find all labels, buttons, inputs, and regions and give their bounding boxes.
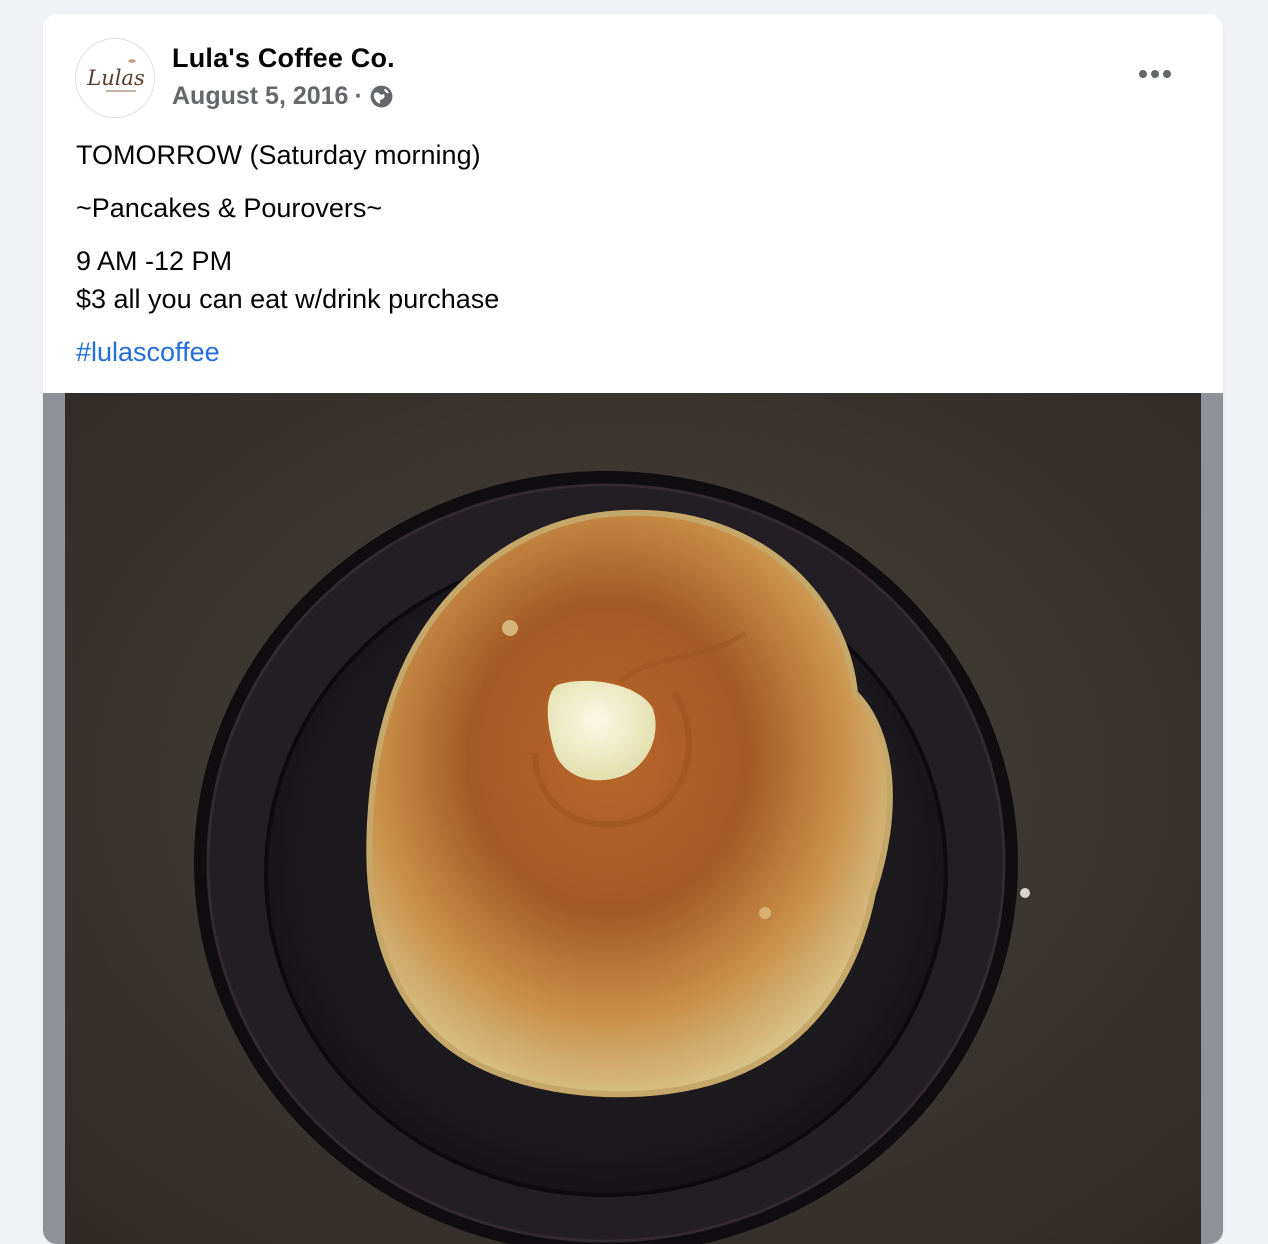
hashtag-link[interactable]: #lulascoffee [76,337,220,367]
pancake-on-plate-image[interactable] [65,393,1201,1244]
svg-text:Lulas: Lulas [86,66,145,90]
more-options-icon [1139,70,1147,78]
post-text: TOMORROW (Saturday morning) ~Pancakes & … [76,136,1176,371]
meta-separator: · [354,82,363,110]
post-line: $3 all you can eat w/drink purchase [76,284,500,314]
post-date[interactable]: August 5, 2016 [172,82,348,111]
post-line: TOMORROW (Saturday morning) [76,140,481,170]
post-meta: August 5, 2016 · [172,82,394,111]
post-header: Lulas Lula's Coffee Co. August 5, 2016 · [43,14,1223,124]
post-line: 9 AM -12 PM [76,246,233,276]
post-card: Lulas Lula's Coffee Co. August 5, 2016 ·… [43,14,1223,1244]
globe-icon[interactable] [369,84,394,109]
post-line: ~Pancakes & Pourovers~ [76,193,383,223]
post-media [43,393,1223,1244]
author-name[interactable]: Lula's Coffee Co. [172,43,395,74]
more-options-button[interactable] [1133,62,1177,86]
page-avatar[interactable]: Lulas [75,38,155,118]
lulas-logo-icon: Lulas [77,40,154,117]
